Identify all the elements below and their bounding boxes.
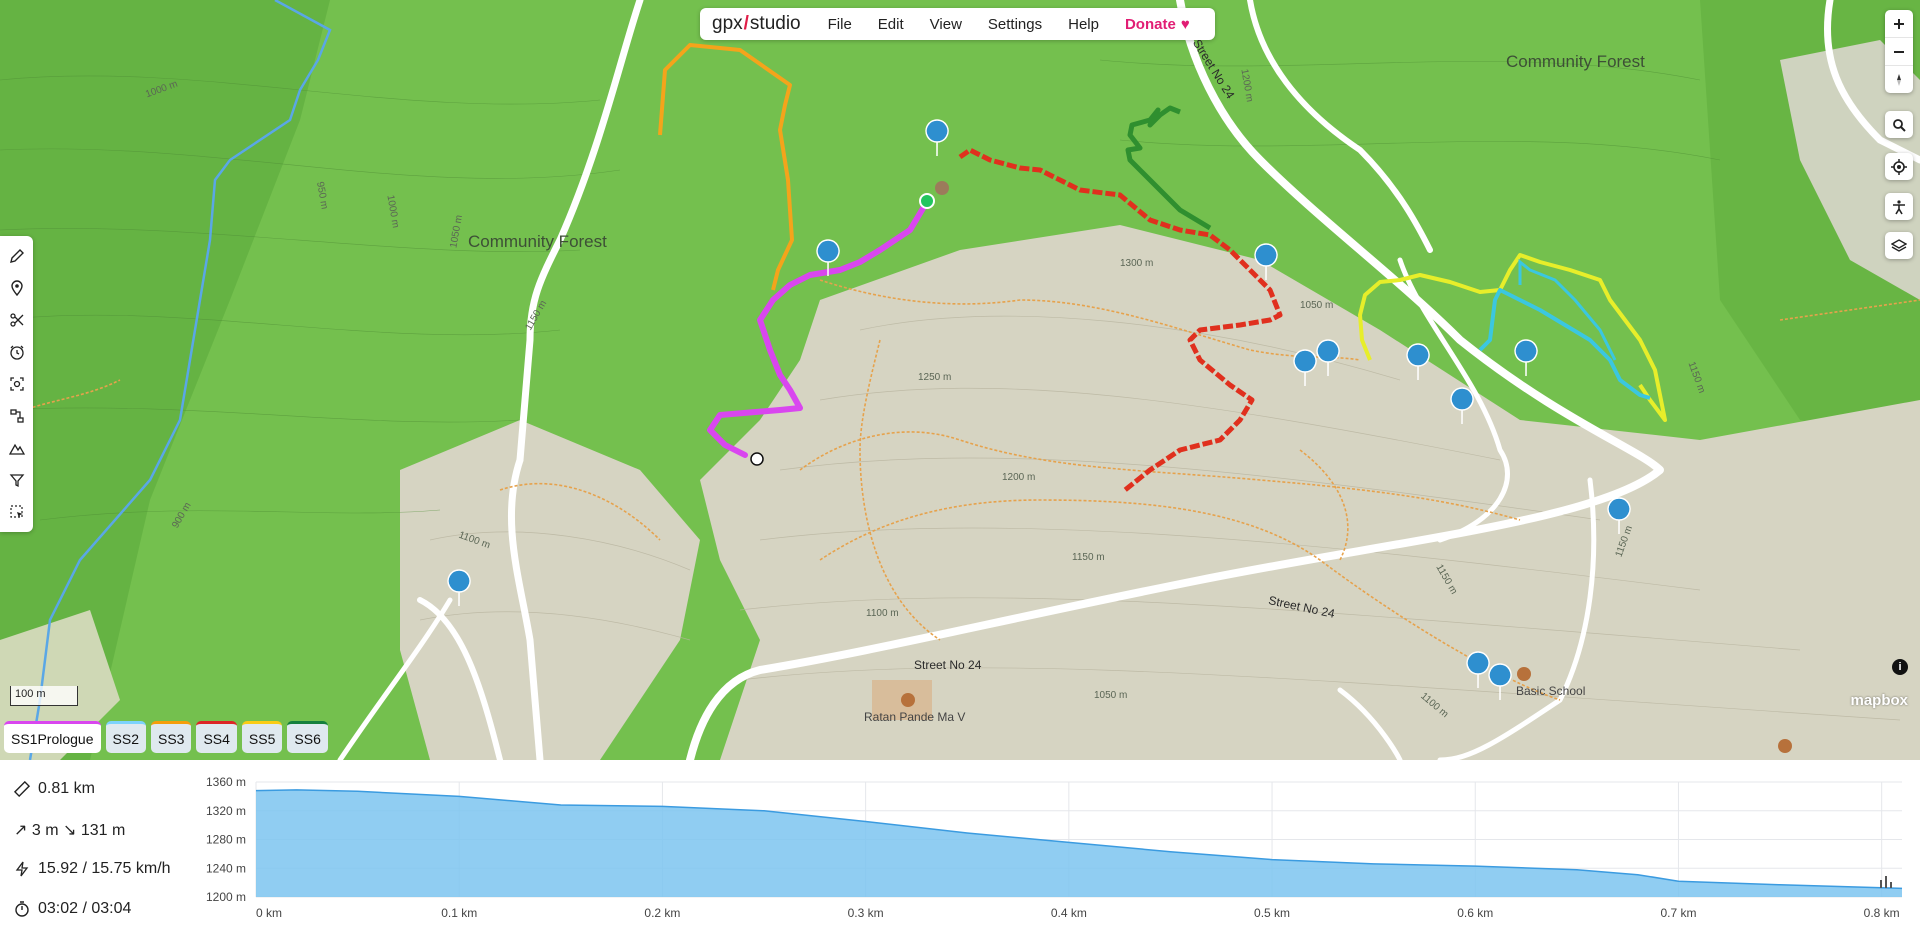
x-tick-label: 0 km: [256, 906, 282, 920]
pencil-icon[interactable]: [0, 240, 33, 272]
track-tab[interactable]: SS4: [196, 721, 237, 753]
track-tab[interactable]: SS3: [150, 721, 192, 753]
attribution-info-button[interactable]: i: [1892, 659, 1908, 675]
menu-edit[interactable]: Edit: [865, 16, 917, 33]
tool-panel: [0, 236, 33, 532]
pin-icon[interactable]: [0, 272, 33, 304]
track-tab[interactable]: SS6: [287, 721, 328, 753]
x-tick-label: 0.1 km: [441, 906, 477, 920]
x-tick-label: 0.5 km: [1254, 906, 1290, 920]
x-tick-label: 0.2 km: [644, 906, 680, 920]
contour-label: 1300 m: [1120, 258, 1154, 269]
x-tick-label: 0.3 km: [848, 906, 884, 920]
contour-label: 1250 m: [918, 372, 952, 383]
school-label: Basic School: [1516, 684, 1586, 698]
mountain-icon[interactable]: [0, 432, 33, 464]
y-tick-label: 1280 m: [206, 833, 246, 847]
accessibility-icon[interactable]: [1885, 193, 1913, 220]
contour-label: 1150 m: [1072, 552, 1105, 563]
scale-bar: 100 m: [10, 686, 78, 706]
y-tick-label: 1360 m: [206, 775, 246, 789]
scissors-icon[interactable]: [0, 304, 33, 336]
compass-icon[interactable]: [1885, 66, 1913, 93]
map-canvas[interactable]: Community Forest Community Forest Street…: [0, 0, 1920, 760]
logo-text-right: studio: [749, 13, 801, 34]
layers-icon[interactable]: [1885, 232, 1913, 259]
mapbox-logo: mapbox: [1850, 692, 1908, 709]
app-logo[interactable]: gpx / studio: [712, 13, 801, 35]
search-control: [1885, 111, 1913, 138]
menu-settings[interactable]: Settings: [975, 16, 1055, 33]
scan-icon[interactable]: [0, 368, 33, 400]
track-tab[interactable]: SS2: [105, 721, 146, 753]
logo-slash-icon: /: [743, 13, 749, 34]
temple-label: Ratan Pande Ma V: [864, 710, 966, 724]
street-label-bottom: Street No 24: [914, 658, 982, 672]
track-tab[interactable]: SS1Prologue: [4, 721, 101, 753]
menu-help[interactable]: Help: [1055, 16, 1112, 33]
elevation-chart[interactable]: 1360 m 1320 m 1280 m 1240 m 1200 m 0 km 0.1 km…: [0, 760, 1920, 934]
clock-icon[interactable]: [0, 336, 33, 368]
heart-icon: ♥: [1180, 15, 1190, 33]
x-tick-label: 0.7 km: [1660, 906, 1696, 920]
menu-file[interactable]: File: [815, 16, 865, 33]
y-tick-label: 1320 m: [206, 804, 246, 818]
contour-label: 1050 m: [1300, 300, 1334, 311]
contour-label: 1100 m: [866, 608, 899, 619]
layers-control: [1885, 232, 1913, 259]
accessibility-control: [1885, 193, 1913, 220]
donate-label: Donate: [1124, 15, 1176, 33]
y-tick-label: 1200 m: [206, 890, 246, 904]
x-tick-label: 0.4 km: [1051, 906, 1087, 920]
filter-icon[interactable]: [0, 464, 33, 496]
y-tick-label: 1240 m: [206, 861, 246, 875]
locate-control: [1885, 153, 1913, 180]
route-icon[interactable]: [0, 400, 33, 432]
search-icon[interactable]: [1885, 111, 1913, 138]
locate-icon[interactable]: [1885, 153, 1913, 180]
track-tabs: SS1Prologue SS2 SS3 SS4 SS5 SS6: [4, 721, 328, 753]
bottom-panel: 0.81 km ↗ 3 m ↘ 131 m 15.92 / 15.75 km/h…: [0, 760, 1920, 934]
zoom-out-icon[interactable]: [1885, 38, 1913, 66]
donate-button[interactable]: Donate ♥: [1112, 16, 1203, 33]
x-tick-label: 0.8 km: [1864, 906, 1900, 920]
map-terrain: [0, 0, 1920, 760]
logo-text-left: gpx: [712, 13, 743, 34]
contour-label: 1050 m: [1094, 690, 1128, 701]
select-icon[interactable]: [0, 496, 33, 528]
contour-label: 1200 m: [1002, 472, 1036, 483]
x-tick-label: 0.6 km: [1457, 906, 1493, 920]
menu-view[interactable]: View: [917, 16, 975, 33]
zoom-in-icon[interactable]: [1885, 10, 1913, 38]
menu-bar: gpx / studio File Edit View Settings Help …: [700, 8, 1215, 40]
track-tab[interactable]: SS5: [241, 721, 283, 753]
zoom-controls: [1885, 10, 1913, 93]
